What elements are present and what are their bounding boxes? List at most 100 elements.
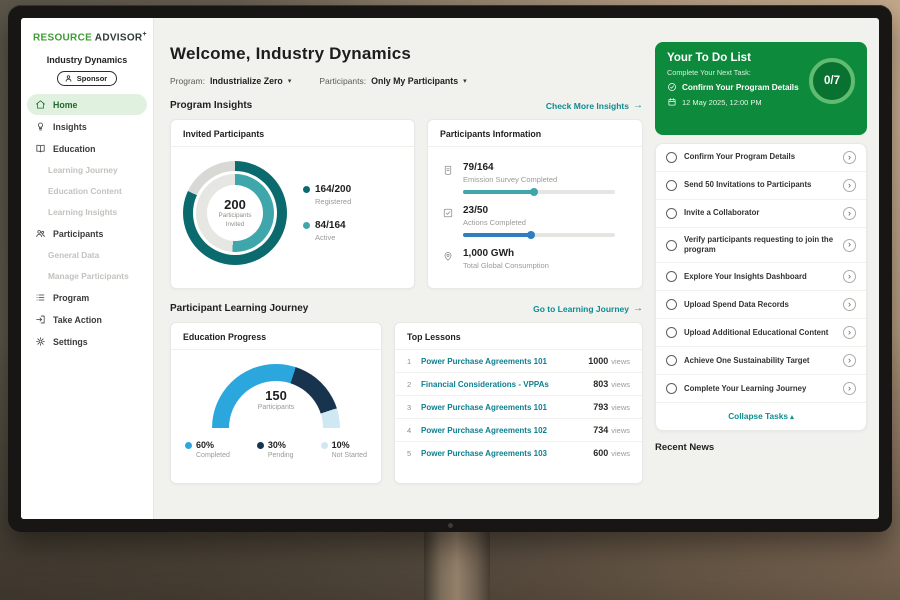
go-to-learning-journey-link[interactable]: Go to Learning Journey → xyxy=(533,303,643,314)
legend-label: Active xyxy=(315,233,351,242)
sidebar-item-manage-participants[interactable]: Manage Participants xyxy=(21,266,153,286)
learning-journey-header: Participant Learning Journey Go to Learn… xyxy=(170,303,643,314)
chevron-right-icon[interactable]: › xyxy=(843,151,856,164)
legend-not-started: 10% Not Started xyxy=(321,440,367,459)
book-icon xyxy=(35,143,46,154)
org-name: Industry Dynamics xyxy=(21,55,153,65)
sidebar-item-home[interactable]: Home xyxy=(27,94,147,115)
task-checkbox[interactable] xyxy=(666,271,677,282)
chevron-right-icon[interactable]: › xyxy=(843,298,856,311)
task-label: Invite a Collaborator xyxy=(684,208,836,218)
task-checkbox[interactable] xyxy=(666,355,677,366)
chevron-down-icon: ▾ xyxy=(463,77,467,85)
chevron-right-icon[interactable]: › xyxy=(843,382,856,395)
lesson-row[interactable]: 1 Power Purchase Agreements 101 1000 vie… xyxy=(395,350,642,373)
task-checkbox[interactable] xyxy=(666,180,677,191)
sponsor-person-icon xyxy=(64,74,73,83)
todo-summary-card: Your To Do List Complete Your Next Task:… xyxy=(655,42,867,135)
sidebar-item-participants[interactable]: Participants xyxy=(21,223,153,244)
task-item-send-invitations[interactable]: Send 50 Invitations to Participants › xyxy=(656,172,866,200)
lesson-link[interactable]: Power Purchase Agreements 102 xyxy=(421,426,593,435)
sidebar-item-learning-journey[interactable]: Learning Journey xyxy=(21,160,153,180)
sidebar-item-learning-insights[interactable]: Learning Insights xyxy=(21,202,153,222)
logo-advisor: ADVISOR xyxy=(95,32,143,43)
chevron-right-icon[interactable]: › xyxy=(843,239,856,252)
lesson-row[interactable]: 4 Power Purchase Agreements 102 734 view… xyxy=(395,419,642,442)
lesson-row[interactable]: 3 Power Purchase Agreements 101 793 view… xyxy=(395,396,642,419)
sidebar-item-program[interactable]: Program xyxy=(21,287,153,308)
lesson-link[interactable]: Financial Considerations - VPPAs xyxy=(421,380,593,389)
sidebar-item-take-action[interactable]: Take Action xyxy=(21,309,153,330)
sidebar-item-settings[interactable]: Settings xyxy=(21,331,153,352)
invited-participants-card: Invited Participants 200 Participants In… xyxy=(170,119,415,289)
donut-center-label: Participants Invited xyxy=(213,212,257,229)
todo-progress-value: 0/7 xyxy=(824,75,840,87)
gauge-center-label: Participants xyxy=(212,404,340,411)
task-checkbox[interactable] xyxy=(666,208,677,219)
collapse-tasks-link[interactable]: Collapse Tasks ▴ xyxy=(656,403,866,430)
task-checkbox[interactable] xyxy=(666,240,677,251)
task-checkbox[interactable] xyxy=(666,383,677,394)
todo-task-list: Confirm Your Program Details › Send 50 I… xyxy=(655,143,867,431)
recent-news-title: Recent News xyxy=(655,442,867,453)
link-label: Check More Insights xyxy=(546,101,629,111)
sidebar-item-general-data[interactable]: General Data xyxy=(21,245,153,265)
chevron-right-icon[interactable]: › xyxy=(843,179,856,192)
info-value: 79/164 xyxy=(463,162,615,173)
task-item-invite-collaborator[interactable]: Invite a Collaborator › xyxy=(656,200,866,228)
section-title-program-insights: Program Insights xyxy=(170,100,252,111)
legend-value: 84/164 xyxy=(315,220,346,231)
participants-filter[interactable]: Participants: Only My Participants ▾ xyxy=(319,76,466,86)
chevron-right-icon[interactable]: › xyxy=(843,270,856,283)
sidebar-item-label: Education Content xyxy=(48,186,122,196)
lesson-link[interactable]: Power Purchase Agreements 101 xyxy=(421,403,593,412)
chevron-right-icon[interactable]: › xyxy=(843,207,856,220)
task-item-complete-learning-journey[interactable]: Complete Your Learning Journey › xyxy=(656,375,866,403)
gauge-legend: 60% Completed 30% Pending 10% Not Starte… xyxy=(171,428,381,459)
sidebar-item-label: Program xyxy=(53,293,89,303)
task-item-explore-insights[interactable]: Explore Your Insights Dashboard › xyxy=(656,263,866,291)
sidebar-item-education[interactable]: Education xyxy=(21,138,153,159)
chevron-down-icon: ▾ xyxy=(288,77,292,85)
task-checkbox[interactable] xyxy=(666,299,677,310)
action-arrow-icon xyxy=(35,314,46,325)
top-lessons-card: Top Lessons 1 Power Purchase Agreements … xyxy=(394,322,643,484)
task-checkbox[interactable] xyxy=(666,327,677,338)
sidebar-item-insights[interactable]: Insights xyxy=(21,116,153,137)
sidebar-item-label: Learning Insights xyxy=(48,207,117,217)
chevron-right-icon[interactable]: › xyxy=(843,326,856,339)
task-item-upload-educational-content[interactable]: Upload Additional Educational Content › xyxy=(656,319,866,347)
lesson-link[interactable]: Power Purchase Agreements 101 xyxy=(421,357,588,366)
chevron-right-icon[interactable]: › xyxy=(843,354,856,367)
legend-completed: 60% Completed xyxy=(185,440,230,459)
task-item-verify-participants[interactable]: Verify participants requesting to join t… xyxy=(656,228,866,263)
list-icon xyxy=(35,292,46,303)
task-label: Confirm Your Program Details xyxy=(684,152,836,162)
check-more-insights-link[interactable]: Check More Insights → xyxy=(546,100,643,111)
lesson-link[interactable]: Power Purchase Agreements 103 xyxy=(421,449,593,458)
sidebar-item-education-content[interactable]: Education Content xyxy=(21,181,153,201)
monitor-stand xyxy=(424,531,490,600)
lesson-row[interactable]: 2 Financial Considerations - VPPAs 803 v… xyxy=(395,373,642,396)
logo-plus: + xyxy=(142,31,146,38)
progress-bar-actions xyxy=(463,233,615,237)
task-item-confirm-program[interactable]: Confirm Your Program Details › xyxy=(656,144,866,172)
program-filter[interactable]: Program: Industrialize Zero ▾ xyxy=(170,76,291,86)
task-item-upload-spend-data[interactable]: Upload Spend Data Records › xyxy=(656,291,866,319)
sponsor-badge: Sponsor xyxy=(57,71,117,86)
program-insights-header: Program Insights Check More Insights → xyxy=(170,100,643,111)
task-checkbox[interactable] xyxy=(666,152,677,163)
info-value: 1,000 GWh xyxy=(463,248,549,259)
card-title: Education Progress xyxy=(171,323,381,350)
lesson-row[interactable]: 5 Power Purchase Agreements 103 600 view… xyxy=(395,442,642,464)
participants-filter-label: Participants: xyxy=(319,76,366,86)
filters-row: Program: Industrialize Zero ▾ Participan… xyxy=(170,76,643,86)
program-filter-label: Program: xyxy=(170,76,205,86)
location-pin-icon xyxy=(442,250,454,262)
task-item-achieve-target[interactable]: Achieve One Sustainability Target › xyxy=(656,347,866,375)
page-title: Welcome, Industry Dynamics xyxy=(170,44,643,64)
info-row-consumption: 1,000 GWh Total Global Consumption xyxy=(442,248,628,270)
section-title-learning-journey: Participant Learning Journey xyxy=(170,303,308,314)
donut-center-value: 200 xyxy=(224,197,246,212)
card-title: Participants Information xyxy=(428,120,642,147)
